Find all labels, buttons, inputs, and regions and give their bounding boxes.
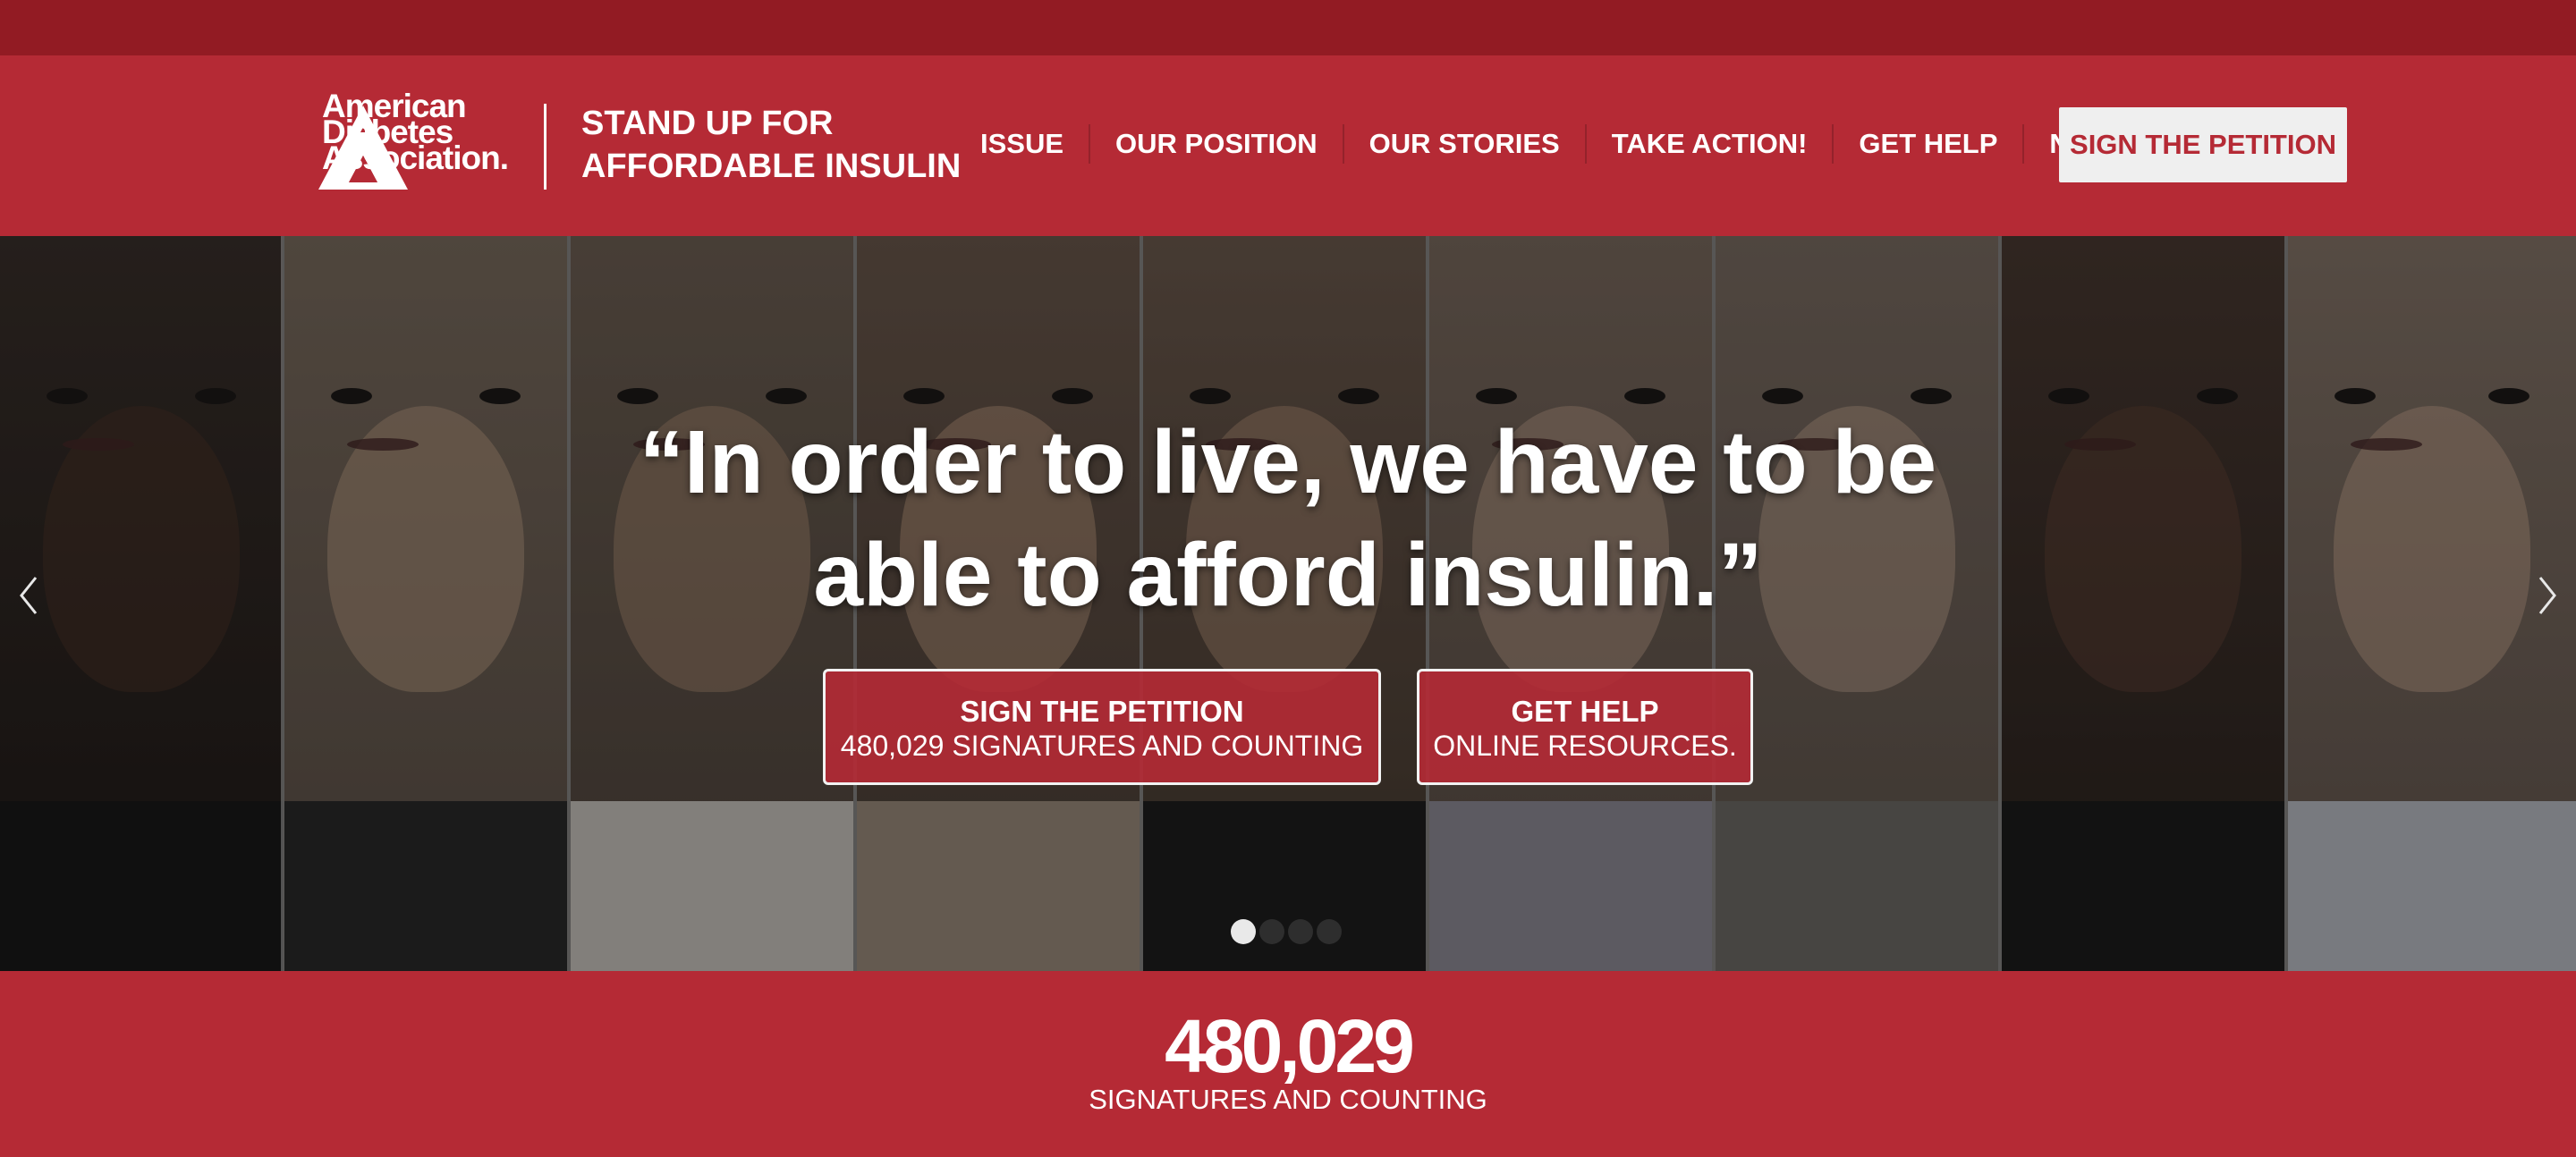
nav-item-our-stories[interactable]: OUR STORIES [1342, 124, 1585, 164]
logo-divider [544, 104, 547, 190]
main-nav: ISSUE OUR POSITION OUR STORIES TAKE ACTI… [955, 107, 2157, 181]
sign-petition-hero-button[interactable]: SIGN THE PETITION 480,029 SIGNATURES AND… [823, 669, 1381, 785]
carousel-dot[interactable] [1317, 919, 1342, 944]
org-name-line: Association. [322, 139, 509, 176]
hero-quote: “In order to live, we have to be able to… [483, 406, 2093, 631]
hero-quote-line: able to afford insulin.” [813, 525, 1763, 625]
signature-count-label: SIGNATURES AND COUNTING [1089, 1084, 1487, 1115]
button-subtitle: 480,029 SIGNATURES AND COUNTING [840, 730, 1364, 762]
hero-carousel: “In order to live, we have to be able to… [0, 236, 2576, 971]
campaign-title[interactable]: STAND UP FOR AFFORDABLE INSULIN [581, 102, 961, 188]
chevron-left-icon[interactable] [18, 576, 39, 615]
org-name[interactable]: American Diabetes Association. [322, 89, 509, 176]
button-title: SIGN THE PETITION [960, 695, 1244, 728]
signature-counter: 480,029 SIGNATURES AND COUNTING [0, 971, 2576, 1157]
carousel-dot[interactable] [1288, 919, 1313, 944]
campaign-title-line: AFFORDABLE INSULIN [581, 148, 962, 185]
top-band [0, 0, 2576, 55]
button-title: GET HELP [1511, 695, 1659, 728]
campaign-title-line: STAND UP FOR [581, 105, 834, 142]
get-help-hero-button[interactable]: GET HELP ONLINE RESOURCES. [1417, 669, 1753, 785]
nav-item-our-position[interactable]: OUR POSITION [1089, 124, 1343, 164]
hero-quote-line: “In order to live, we have to be [639, 412, 1937, 512]
sign-petition-nav-button[interactable]: SIGN THE PETITION [2059, 107, 2347, 182]
nav-item-issue[interactable]: ISSUE [955, 124, 1089, 164]
carousel-dot[interactable] [1231, 919, 1256, 944]
carousel-dot[interactable] [1259, 919, 1284, 944]
nav-item-get-help[interactable]: GET HELP [1832, 124, 2022, 164]
button-subtitle: ONLINE RESOURCES. [1433, 730, 1737, 762]
chevron-right-icon[interactable] [2537, 576, 2558, 615]
signature-count: 480,029 [1165, 1004, 1415, 1088]
nav-item-take-action[interactable]: TAKE ACTION! [1584, 124, 1833, 164]
carousel-indicators [1231, 919, 1342, 944]
